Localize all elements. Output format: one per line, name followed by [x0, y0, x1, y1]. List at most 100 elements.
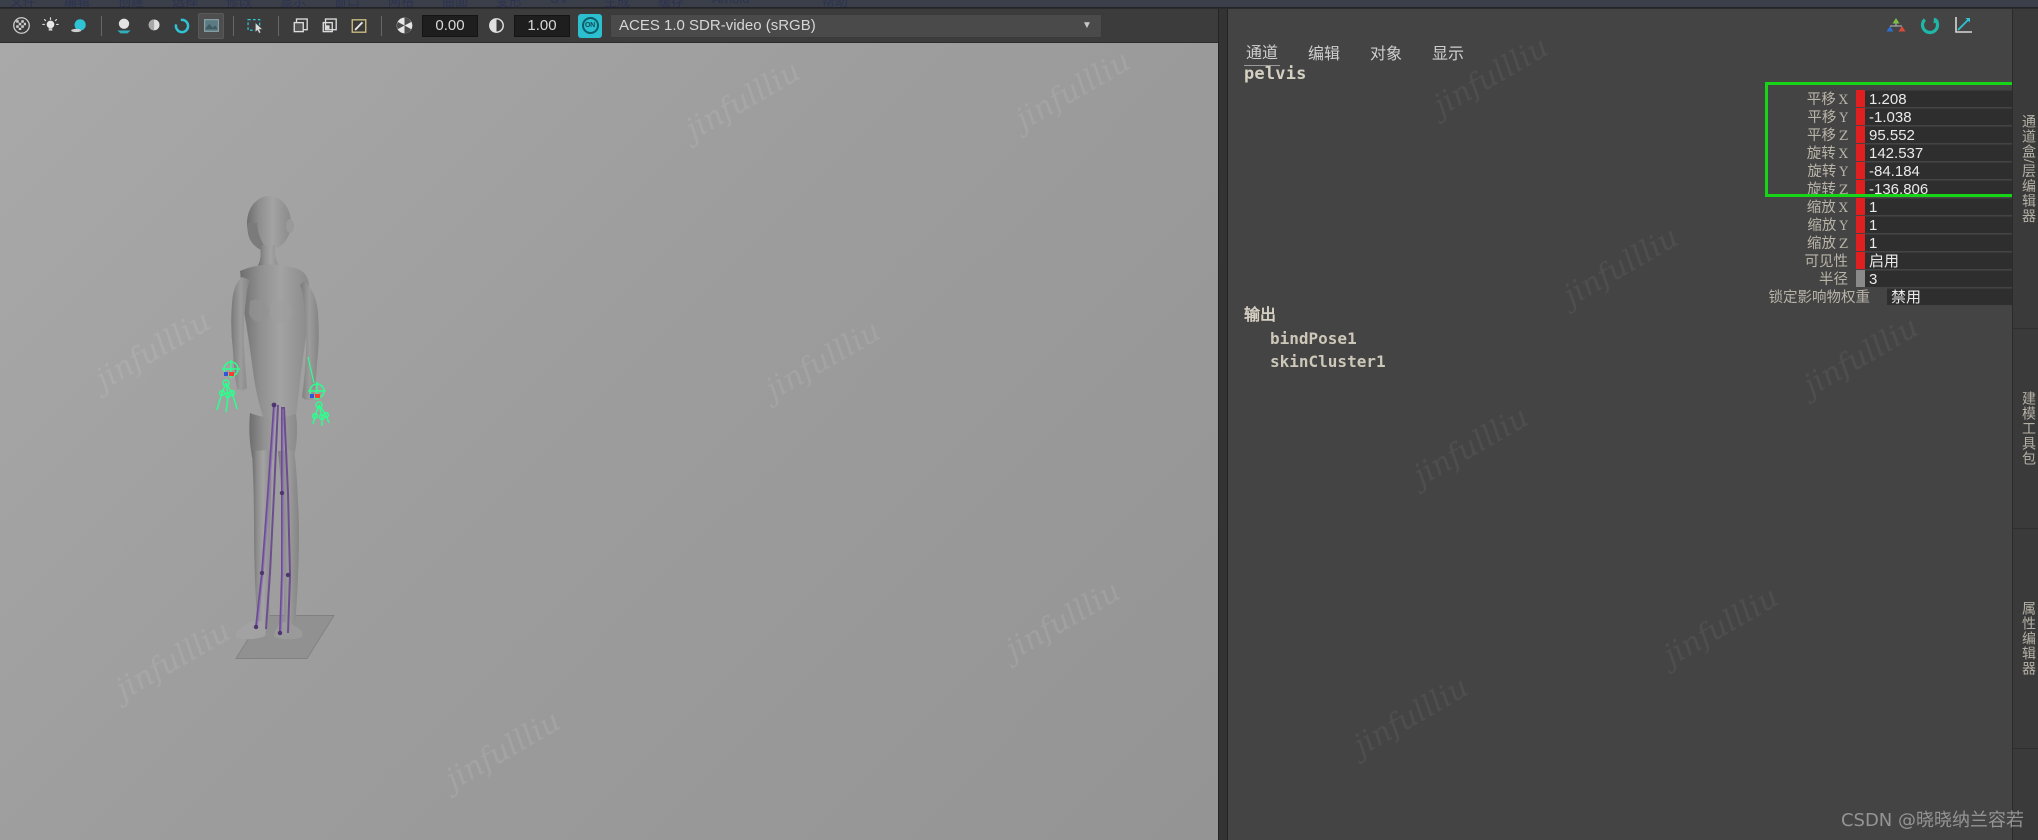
- menu-item-11[interactable]: 生成: [604, 0, 630, 7]
- attribute-value-field[interactable]: 3: [1865, 269, 2028, 287]
- node-hierarchy-icon[interactable]: [1884, 13, 1908, 37]
- shaded-sphere-icon[interactable]: [66, 13, 92, 39]
- attribute-value-field[interactable]: 95.552: [1865, 125, 2028, 143]
- watermark-tile: jinfullliu: [1797, 309, 1925, 404]
- wireframe-arc-icon[interactable]: [169, 13, 195, 39]
- menu-item-14[interactable]: 帮助: [822, 0, 848, 7]
- attribute-state-chip[interactable]: [1856, 269, 1865, 287]
- attribute-state-chip[interactable]: [1856, 233, 1865, 251]
- menu-item-4[interactable]: 修改: [226, 0, 252, 7]
- attribute-row[interactable]: 锁定影响物权重 禁用: [1728, 287, 2028, 306]
- output-item-bindpose[interactable]: bindPose1: [1244, 329, 1386, 348]
- watermark-tile: jinfullliu: [1407, 399, 1535, 494]
- attribute-state-chip[interactable]: [1856, 215, 1865, 233]
- menu-object[interactable]: 对象: [1368, 38, 1404, 66]
- menu-item-13[interactable]: Arnold: [712, 0, 750, 6]
- menu-item-12[interactable]: 缓存: [658, 0, 684, 7]
- attribute-value-field[interactable]: 1: [1865, 215, 2028, 233]
- toolbar-separator: [381, 15, 382, 36]
- attribute-state-chip[interactable]: [1856, 179, 1865, 197]
- viewport-3d[interactable]: jinfullliu jinfullliu jinfullliu jinfull…: [0, 43, 1218, 840]
- graph-curve-icon[interactable]: [1952, 13, 1976, 37]
- attribute-value-field[interactable]: 1.208: [1865, 89, 2028, 107]
- menu-show[interactable]: 显示: [1430, 38, 1466, 66]
- attribute-value-field[interactable]: 禁用: [1887, 287, 2028, 305]
- attribute-row[interactable]: 可见性 启用: [1728, 251, 2028, 270]
- attribute-value-field[interactable]: 1: [1865, 197, 2028, 215]
- light-bulb-icon[interactable]: [37, 13, 63, 39]
- xray-joints-icon[interactable]: [317, 13, 343, 39]
- attribute-table: 平移 X 1.208 平移 Y -1.038 平移 Z 95.552 旋转 X 142.537 旋转 Y -…: [1728, 89, 2028, 306]
- output-item-skincluster[interactable]: skinCluster1: [1244, 352, 1386, 371]
- chevron-down-icon[interactable]: ▼: [1073, 20, 1101, 31]
- color-management-toggle[interactable]: ON: [578, 13, 602, 38]
- contrast-icon[interactable]: [483, 13, 509, 39]
- menu-edit[interactable]: 编辑: [1306, 38, 1342, 66]
- tab-channel-box-layer-editor[interactable]: 通道盒/层编辑器: [2013, 9, 2038, 329]
- watermark-tile: jinfullliu: [89, 303, 217, 398]
- viewport-toolbar: 0.00 1.00 ON ACES 1.0 SDR-video (sRGB) ▼: [0, 9, 1218, 43]
- attribute-state-chip[interactable]: [1856, 251, 1865, 269]
- attribute-row[interactable]: 旋转 X 142.537: [1728, 143, 2028, 162]
- character-mesh: [216, 196, 330, 640]
- tab-attribute-editor[interactable]: 属性编辑器: [2013, 529, 2038, 749]
- color-space-dropdown[interactable]: ACES 1.0 SDR-video (sRGB) ▼: [610, 13, 1102, 38]
- attribute-row[interactable]: 缩放 Z 1: [1728, 233, 2028, 252]
- watermark-tile: jinfullliu: [1557, 219, 1685, 314]
- menu-item-5[interactable]: 显示: [280, 0, 306, 7]
- menu-item-6[interactable]: 窗口: [334, 0, 360, 7]
- color-space-label: ACES 1.0 SDR-video (sRGB): [619, 17, 816, 34]
- attribute-value-field[interactable]: 1: [1865, 233, 2028, 251]
- menu-channels[interactable]: 通道: [1244, 37, 1281, 66]
- channel-box-menubar: 通道 编辑 对象 显示: [1244, 37, 1466, 66]
- gamma-value-field[interactable]: 0.00: [422, 14, 478, 37]
- circular-arrow-icon[interactable]: [1918, 13, 1942, 37]
- menu-item-2[interactable]: 创建: [118, 0, 144, 7]
- main-menu-bar[interactable]: 文件 编辑 创建 选择 修改 显示 窗口 网格 曲面 变形 UV 生成 缓存 Arnold 帮助: [0, 0, 2038, 8]
- attribute-state-chip[interactable]: [1856, 197, 1865, 215]
- attribute-row[interactable]: 缩放 X 1: [1728, 197, 2028, 216]
- checker-grid-icon[interactable]: [8, 13, 34, 39]
- smooth-shade-icon[interactable]: [140, 13, 166, 39]
- attribute-state-chip[interactable]: [1878, 288, 1887, 305]
- watermark-tile: jinfullliu: [1657, 579, 1785, 674]
- menu-item-3[interactable]: 选择: [172, 0, 198, 7]
- attribute-row[interactable]: 平移 Y -1.038: [1728, 107, 2028, 126]
- attribute-row[interactable]: 半径 3: [1728, 269, 2028, 288]
- attribute-value-field[interactable]: -136.806: [1865, 179, 2028, 197]
- attribute-state-chip[interactable]: [1856, 161, 1865, 179]
- csdn-watermark: CSDN @晓晓纳兰容若: [1840, 810, 2024, 831]
- light-gizmo-icon[interactable]: [346, 13, 372, 39]
- attribute-row[interactable]: 平移 Z 95.552: [1728, 125, 2028, 144]
- texture-image-icon[interactable]: [198, 12, 224, 39]
- menu-item-10[interactable]: UV: [550, 0, 568, 6]
- attribute-state-chip[interactable]: [1856, 107, 1865, 125]
- attribute-value-field[interactable]: 142.537: [1865, 143, 2028, 161]
- attribute-row[interactable]: 旋转 Z -136.806: [1728, 179, 2028, 198]
- channel-box-panel: 通道 编辑 对象 显示 pelvis 平移 X 1.208 平移 Y -1.038 平移 Z 9…: [1228, 9, 2038, 840]
- attribute-state-chip[interactable]: [1856, 143, 1865, 161]
- menu-item-1[interactable]: 编辑: [64, 0, 90, 7]
- watermark-tile: jinfullliu: [439, 703, 567, 798]
- menu-item-0[interactable]: 文件: [10, 0, 36, 7]
- attribute-state-chip[interactable]: [1856, 125, 1865, 143]
- select-arrow-icon[interactable]: [243, 13, 269, 39]
- panel-divider[interactable]: [1218, 9, 1228, 840]
- exposure-icon[interactable]: [391, 13, 417, 39]
- toolbar-separator: [233, 15, 234, 36]
- sphere-shadow-icon[interactable]: [111, 13, 137, 39]
- attribute-value-field[interactable]: -1.038: [1865, 107, 2028, 125]
- exposure-value-field[interactable]: 1.00: [514, 14, 570, 37]
- color-management-toggle-label: ON: [581, 17, 599, 34]
- attribute-value-field[interactable]: 启用: [1865, 251, 2028, 269]
- attribute-row[interactable]: 平移 X 1.208: [1728, 89, 2028, 108]
- menu-item-9[interactable]: 变形: [496, 0, 522, 7]
- attribute-value-field[interactable]: -84.184: [1865, 161, 2028, 179]
- attribute-row[interactable]: 缩放 Y 1: [1728, 215, 2028, 234]
- attribute-row[interactable]: 旋转 Y -84.184: [1728, 161, 2028, 180]
- tab-modeling-toolkit[interactable]: 建模工具包: [2013, 329, 2038, 529]
- xray-icon[interactable]: [288, 13, 314, 39]
- menu-item-8[interactable]: 曲面: [442, 0, 468, 7]
- attribute-state-chip[interactable]: [1856, 89, 1865, 107]
- menu-item-7[interactable]: 网格: [388, 0, 414, 7]
